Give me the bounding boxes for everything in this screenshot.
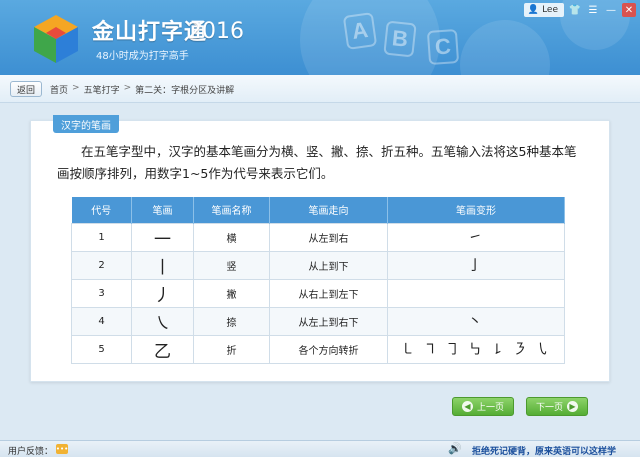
panel-tag: 汉字的笔画 [53,115,119,133]
header-variants: 笔画变形 [387,197,565,223]
skin-icon[interactable]: 👕 [568,3,582,17]
cell-direction: 从上到下 [269,250,388,280]
cell-direction: 从左到右 [269,222,388,252]
minimize-icon[interactable]: — [604,3,618,17]
decor-letter-c: C [426,28,460,66]
menu-icon[interactable]: ☰ [586,3,600,17]
header-direction: 笔画走向 [269,197,388,223]
cell-variants: 丶 [387,306,565,336]
window-controls: 👤 Lee 👕 ☰ — ✕ [523,3,636,17]
app-year: 2016 [188,19,244,44]
cell-direction: 从右上到左下 [269,278,388,308]
user-name: Lee [542,5,558,15]
cell-variants [387,278,565,308]
header-stroke: 笔画 [131,197,194,223]
user-icon: 👤 [527,5,540,15]
table-row: 2 丨 竖 从上到下 亅 [71,250,565,280]
header-stroke-name: 笔画名称 [193,197,270,223]
breadcrumb-separator: > [72,83,80,93]
breadcrumb-current: 第二关：字根分区及讲解 [135,86,235,96]
cell-code: 3 [71,278,132,308]
cell-code: 4 [71,306,132,336]
lesson-panel: 汉字的笔画 在五笔字型中，汉字的基本笔画分为横、竖、撇、捺、折五种。五笔输入法将… [30,115,610,382]
feedback-label: 用户反馈： [8,447,54,457]
cell-stroke-name: 横 [193,222,270,252]
arrow-left-icon: ◀ [461,401,473,412]
stroke-table: 代号 笔画 笔画名称 笔画走向 笔画变形 1 一 横 从左到右 ㇀ 2 丨 竖 … [71,197,565,364]
prev-page-label: 上一页 [476,403,504,413]
cell-code: 1 [71,222,132,252]
app-header: 金山打字通 2016 48小时成为打字高手 A B C 👤 Lee 👕 ☰ — … [0,0,640,75]
cell-variants: ㇀ [387,222,565,252]
table-row: 4 ㇏ 捺 从左上到右下 丶 [71,306,565,336]
decor-letter-b: B [383,20,417,58]
breadcrumb-wubi[interactable]: 五笔打字 [84,83,120,96]
cell-stroke: 乙 [131,334,194,364]
app-slogan: 48小时成为打字高手 [96,51,189,62]
cell-code: 2 [71,250,132,280]
cell-direction: 从左上到右下 [269,306,388,336]
breadcrumb-bar: 返回 首页 > 五笔打字 > 第二关：字根分区及讲解 [0,75,640,103]
speaker-icon[interactable]: 🔊 [448,442,462,455]
cell-stroke: 一 [131,222,194,252]
arrow-right-icon: ▶ [567,401,578,412]
cell-variants: ㇄ ㇕ ㇆ ㇉ ㇙ ㇋ ㇂ [387,334,565,364]
app-logo-icon [34,15,78,63]
close-icon[interactable]: ✕ [622,3,636,17]
cell-stroke: 丨 [131,250,194,280]
user-menu[interactable]: 👤 Lee [523,3,564,17]
header-code: 代号 [71,197,132,223]
lesson-intro: 在五笔字型中，汉字的基本笔画分为横、竖、撇、捺、折五种。五笔输入法将这5种基本笔… [57,144,577,181]
cell-stroke-name: 折 [193,334,270,364]
cell-stroke-name: 竖 [193,250,270,280]
cell-stroke: ㇏ [131,306,194,336]
status-bar: 用户反馈： ••• 🔊 拒绝死记硬背，原来英语可以这样学 [0,440,640,457]
cell-variants: 亅 [387,250,565,280]
cell-stroke-name: 捺 [193,306,270,336]
breadcrumb: 首页 > 五笔打字 > 第二关：字根分区及讲解 [50,83,234,96]
next-page-label: 下一页 [535,403,563,413]
cell-direction: 各个方向转折 [269,334,388,364]
next-page-button[interactable]: 下一页 ▶ [526,397,588,416]
table-row: 5 乙 折 各个方向转折 ㇄ ㇕ ㇆ ㇉ ㇙ ㇋ ㇂ [71,334,565,364]
table-header-row: 代号 笔画 笔画名称 笔画走向 笔画变形 [71,197,565,223]
cell-stroke-name: 撇 [193,278,270,308]
breadcrumb-separator: > [123,83,132,93]
promo-link[interactable]: 拒绝死记硬背，原来英语可以这样学 [472,444,616,457]
table-row: 3 丿 撇 从右上到左下 [71,278,565,308]
cell-code: 5 [71,334,132,364]
decor-letter-a: A [342,12,378,50]
table-row: 1 一 横 从左到右 ㇀ [71,222,565,252]
prev-page-button[interactable]: ◀ 上一页 [452,397,514,416]
breadcrumb-home[interactable]: 首页 [50,83,68,96]
chat-icon[interactable]: ••• [56,444,68,454]
cell-stroke: 丿 [131,278,194,308]
back-button[interactable]: 返回 [10,81,42,97]
